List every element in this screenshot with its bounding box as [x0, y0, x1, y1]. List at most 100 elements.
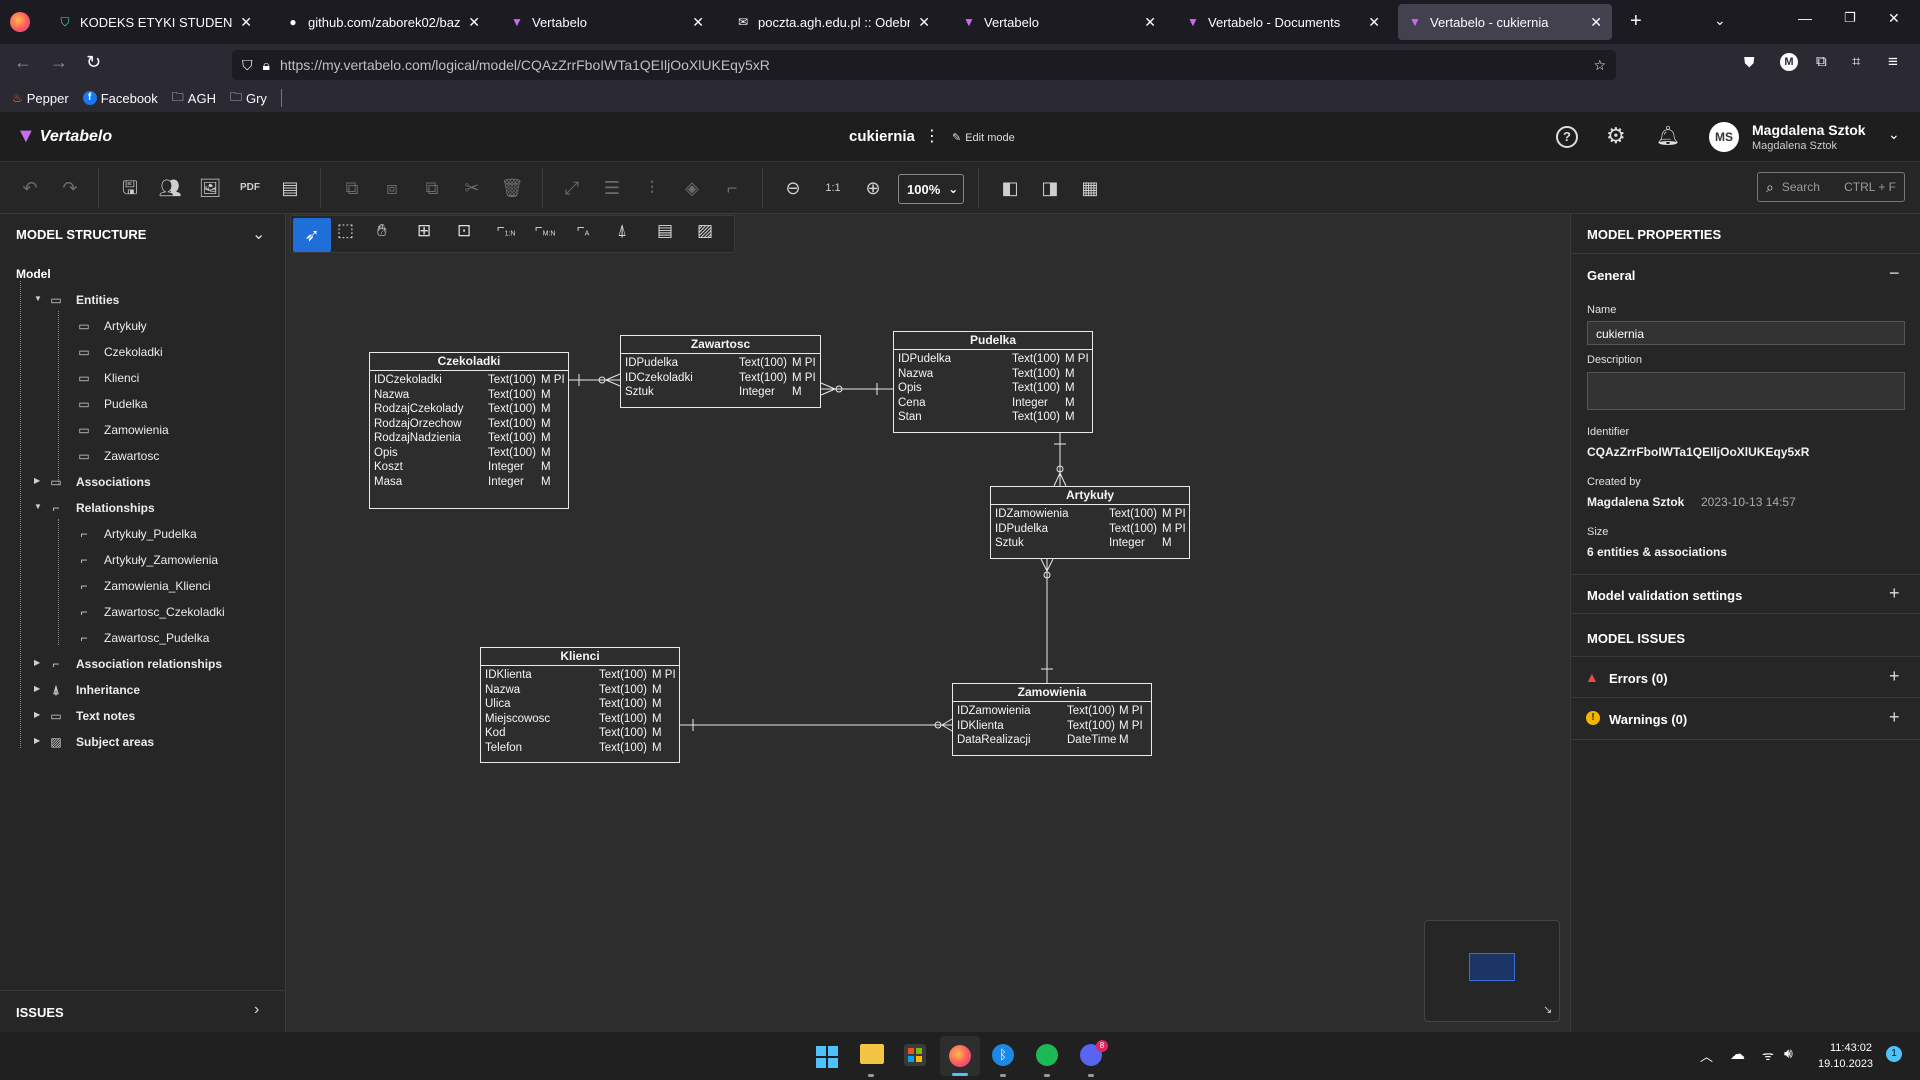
name-input[interactable]: cukiernia — [1587, 321, 1905, 345]
clock-date[interactable]: 19.10.2023 — [1818, 1058, 1873, 1070]
bookmark-facebook[interactable]: f Facebook — [82, 91, 158, 106]
tree-rel-artykuly-zamowienia[interactable]: ⌐ Artykuły_Zamowienia — [76, 549, 218, 571]
menu-icon[interactable]: ≡ — [1888, 52, 1898, 72]
delete-trash-icon[interactable]: 🗑︎ — [498, 174, 526, 202]
model-menu-icon[interactable]: ⋮ — [924, 126, 940, 146]
export-pdf-icon[interactable]: PDF — [236, 174, 264, 202]
firefox-taskbar-icon[interactable] — [940, 1036, 980, 1076]
collapsed-triangle-icon[interactable]: ▶ — [34, 736, 40, 745]
tree-entity-zamowienia[interactable]: ▭ Zamowienia — [76, 419, 168, 441]
attribute-row[interactable]: IDCzekoladki Text(100) M PI — [370, 373, 568, 388]
attribute-row[interactable]: IDCzekoladki Text(100) M PI — [621, 371, 820, 386]
collapsed-triangle-icon[interactable]: ▶ — [34, 684, 40, 693]
reload-icon[interactable]: ↻ — [86, 52, 101, 73]
attribute-row[interactable]: Sztuk Integer M — [991, 536, 1189, 551]
entity-zamowienia[interactable]: Zamowienia IDZamowienia Text(100) M PI IDKl… — [952, 683, 1152, 756]
notifications-bell-icon[interactable]: 🔔︎ — [1656, 124, 1680, 148]
minimap[interactable]: ↘ — [1424, 920, 1560, 1022]
distribute-icon[interactable]: ⫶ — [638, 174, 666, 202]
collapse-panel-chevron-icon[interactable]: ⌄ — [252, 224, 265, 244]
user-menu-chevron-icon[interactable]: ⌄ — [1888, 126, 1900, 143]
zoom-select[interactable]: 100% ⌄ — [898, 174, 964, 204]
close-tab-icon[interactable]: ✕ — [1144, 14, 1156, 31]
entity-zawartosc[interactable]: Zawartosc IDPudelka Text(100) M PI IDCzekol… — [620, 335, 821, 408]
new-tab-icon[interactable]: + — [1630, 10, 1642, 33]
tab-6-active[interactable]: ▼ Vertabelo - cukiernia ✕ — [1398, 4, 1612, 40]
errors-row[interactable]: ▲ Errors (0) + — [1571, 656, 1920, 698]
bookmark-agh[interactable]: 🗀 AGH — [172, 88, 216, 109]
attribute-row[interactable]: Telefon Text(100) M — [481, 741, 679, 756]
wifi-icon[interactable]: ᯤ — [1762, 1046, 1774, 1064]
volume-icon[interactable]: 🔊︎ — [1784, 1045, 1793, 1062]
back-icon[interactable]: ← — [14, 52, 32, 73]
forward-icon[interactable]: → — [50, 52, 68, 73]
save-icon[interactable]: 🖫 — [116, 174, 144, 202]
entity-pudelka[interactable]: Pudelka IDPudelka Text(100) M PI Nazwa Text(… — [893, 331, 1093, 433]
tab-5[interactable]: ▼ Vertabelo - Documents ✕ — [1176, 4, 1390, 40]
export-image-icon[interactable]: 🖼︎ — [196, 174, 224, 202]
spotify-icon[interactable] — [1036, 1044, 1058, 1066]
entity-czekoladki[interactable]: Czekoladki IDCzekoladki Text(100) M PI Nazw… — [369, 352, 569, 509]
description-textarea[interactable] — [1587, 372, 1905, 410]
tab-1[interactable]: ● github.com/zaborek02/bazydan ✕ — [276, 4, 490, 40]
tree-entity-pudelka[interactable]: ▭ Pudelka — [76, 393, 147, 415]
tree-rel-artykuly-pudelka[interactable]: ⌐ Artykuły_Pudelka — [76, 523, 196, 545]
bookmark-pepper[interactable]: ♨ Pepper — [12, 91, 69, 106]
zoom-in-icon[interactable]: ⊕ — [859, 174, 887, 202]
tab-0[interactable]: ⛉ KODEKS ETYKI STUDENTA - Kod ✕ — [48, 4, 262, 40]
collapsed-triangle-icon[interactable]: ▶ — [34, 658, 40, 667]
tree-entity-artykuly[interactable]: ▭ Artykuły — [76, 315, 146, 337]
entity-klienci[interactable]: Klienci IDKlienta Text(100) M PI Nazwa Text(… — [480, 647, 680, 763]
url-bar[interactable]: ⛉ 🔒︎ https://my.vertabelo.com/logical/mo… — [232, 50, 1616, 80]
toggle-fullscreen-icon[interactable]: ▦ — [1076, 174, 1104, 202]
copy-icon[interactable]: ⧉ — [338, 174, 366, 202]
tree-rel-zawartosc-czekoladki[interactable]: ⌐ Zawartosc_Czekoladki — [76, 601, 224, 623]
attribute-row[interactable]: Nazwa Text(100) M — [894, 367, 1092, 382]
expand-plus-icon[interactable]: + — [1889, 583, 1900, 604]
pocket-icon[interactable]: ⛊ — [1744, 54, 1755, 71]
close-tab-icon[interactable]: ✕ — [918, 14, 930, 31]
undo-icon[interactable]: ↶ — [16, 174, 44, 202]
auto-layout-icon[interactable]: ⤢ — [558, 174, 586, 202]
warnings-row[interactable]: ! Warnings (0) + — [1571, 698, 1920, 740]
collapse-minus-icon[interactable]: − — [1889, 263, 1900, 284]
attribute-row[interactable]: Masa Integer M — [370, 475, 568, 490]
file-explorer-icon[interactable] — [860, 1044, 884, 1064]
tree-rel-zawartosc-pudelka[interactable]: ⌐ Zawartosc_Pudelka — [76, 627, 209, 649]
align-icon[interactable]: ☰ — [598, 174, 626, 202]
attribute-row[interactable]: Stan Text(100) M — [894, 410, 1092, 425]
bookmark-star-icon[interactable]: ☆ — [1593, 57, 1606, 74]
line-style-icon[interactable]: ⌐ — [718, 174, 746, 202]
url-text[interactable]: https://my.vertabelo.com/logical/model/C… — [280, 57, 770, 73]
tab-2[interactable]: ▼ Vertabelo ✕ — [500, 4, 714, 40]
edit-mode-toggle[interactable]: ✎ Edit mode — [952, 131, 1015, 145]
tracking-shield-icon[interactable]: ⛉ — [242, 57, 253, 74]
attribute-row[interactable]: RodzajCzekolady Text(100) M — [370, 402, 568, 417]
tab-4[interactable]: ▼ Vertabelo ✕ — [952, 4, 1166, 40]
attribute-row[interactable]: DataRealizacji DateTime M — [953, 733, 1151, 748]
attribute-row[interactable]: Koszt Integer M — [370, 460, 568, 475]
general-section-header[interactable]: General − — [1571, 254, 1920, 294]
crop-icon[interactable]: ⌗ — [1852, 53, 1860, 70]
settings-gear-icon[interactable]: ⚙ — [1606, 123, 1626, 149]
attribute-row[interactable]: RodzajOrzechow Text(100) M — [370, 417, 568, 432]
zoom-actual-icon[interactable]: 1:1 — [819, 174, 847, 202]
vertabelo-logo[interactable]: ▼ Vertabelo — [16, 125, 112, 148]
lock-icon[interactable]: 🔒︎ — [263, 57, 270, 74]
windows-start-icon[interactable] — [816, 1046, 838, 1068]
tree-entities[interactable]: ▭ Entities — [48, 289, 119, 311]
close-tab-icon[interactable]: ✕ — [468, 14, 480, 31]
cut-scissors-icon[interactable]: ✂ — [458, 174, 486, 202]
redo-icon[interactable]: ↷ — [56, 174, 84, 202]
tree-associations[interactable]: ▭ Associations — [48, 471, 150, 493]
clock-time[interactable]: 11:43:02 — [1830, 1042, 1872, 1054]
expand-triangle-icon[interactable]: ▼ — [34, 502, 42, 511]
zoom-out-icon[interactable]: ⊖ — [779, 174, 807, 202]
duplicate-icon[interactable]: ⧉ — [418, 174, 446, 202]
restore-icon[interactable]: ❐ — [1844, 10, 1856, 26]
close-tab-icon[interactable]: ✕ — [240, 14, 252, 31]
attribute-row[interactable]: Opis Text(100) M — [370, 446, 568, 461]
expand-triangle-icon[interactable]: ▼ — [34, 294, 42, 303]
list-tabs-icon[interactable]: ⌄ — [1714, 12, 1726, 29]
attribute-row[interactable]: IDPudelka Text(100) M PI — [621, 356, 820, 371]
